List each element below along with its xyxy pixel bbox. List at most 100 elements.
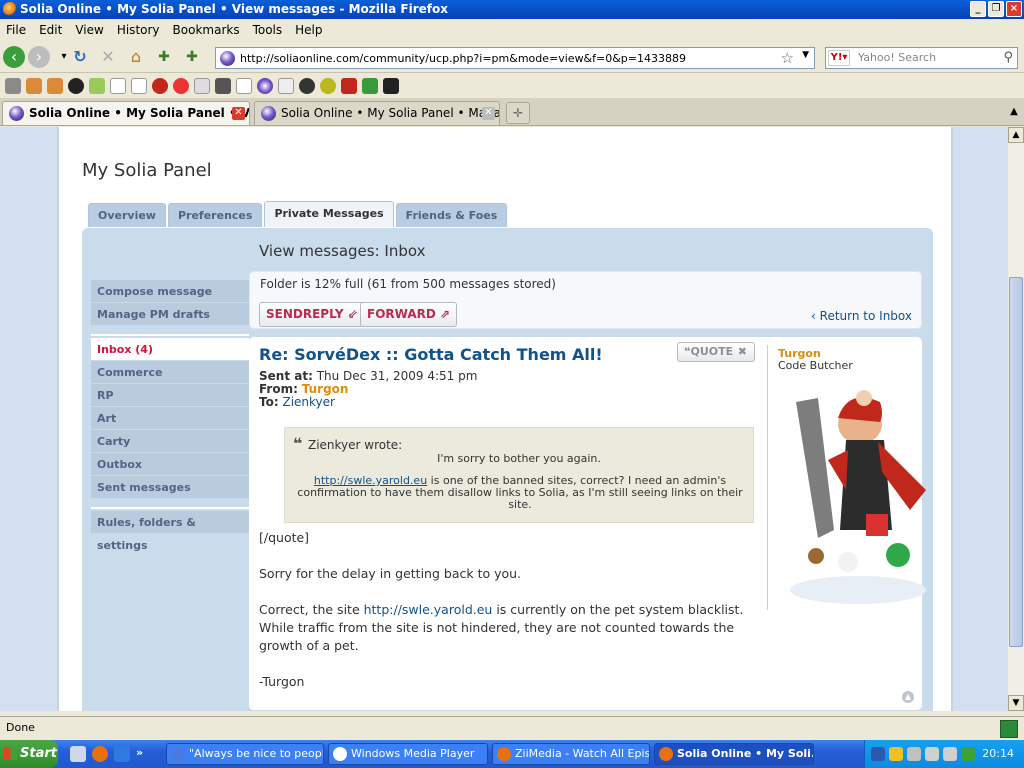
back-to-top-icon[interactable]: ▲	[902, 691, 914, 703]
return-to-inbox-link[interactable]: ‹ Return to Inbox	[811, 309, 912, 323]
forward-button[interactable]: ›	[28, 46, 50, 68]
nav-inbox[interactable]: Inbox (4)	[91, 338, 249, 361]
close-window-button[interactable]: ×	[1006, 1, 1022, 17]
tray-icon[interactable]	[871, 747, 885, 761]
browser-tab-bar: Solia Online • My Solia Panel • Vi... ✕ …	[0, 98, 1024, 126]
nav-outbox[interactable]: Outbox	[91, 453, 249, 476]
forward-button-pm[interactable]: FORWARD ⇗	[360, 302, 458, 327]
bookmark-icon[interactable]	[299, 78, 315, 94]
scroll-thumb[interactable]	[1009, 277, 1023, 647]
to-value[interactable]: Zienkyer	[282, 395, 334, 409]
search-icon[interactable]: ⚲	[1003, 48, 1013, 68]
menu-history[interactable]: History	[117, 23, 160, 37]
tray-volume-icon[interactable]	[943, 747, 957, 761]
taskbar-item[interactable]: ZiiMedia - Watch All Epis...	[492, 743, 650, 765]
browser-tab[interactable]: Solia Online • My Solia Panel • Manage .…	[254, 101, 500, 125]
new-tab-icon[interactable]: ✚	[180, 46, 204, 68]
bookmark-icon[interactable]	[89, 78, 105, 94]
menu-tools[interactable]: Tools	[253, 23, 283, 37]
bookmark-icon[interactable]	[152, 78, 168, 94]
bookmark-icon[interactable]	[68, 78, 84, 94]
nav-sent-messages[interactable]: Sent messages	[91, 476, 249, 499]
bookmark-icon[interactable]	[47, 78, 63, 94]
quote-cite: ❝ Zienkyer wrote:	[293, 434, 402, 453]
nav-rp[interactable]: RP	[91, 384, 249, 407]
nav-art[interactable]: Art	[91, 407, 249, 430]
bookmark-icon[interactable]	[341, 78, 357, 94]
menu-edit[interactable]: Edit	[39, 23, 62, 37]
bookmark-icon[interactable]	[131, 78, 147, 94]
new-tab-button[interactable]: ✛	[506, 102, 530, 124]
search-input[interactable]: Y!▾ Yahoo! Search ⚲	[825, 47, 1018, 69]
taskbar-item-label: "Always be nice to peopl...	[189, 747, 324, 760]
tab-friends-foes[interactable]: Friends & Foes	[395, 203, 508, 227]
tray-icon[interactable]	[907, 747, 921, 761]
add-bookmark-icon[interactable]: ✚	[152, 46, 176, 68]
taskbar-item-active[interactable]: Solia Online • My Soli...	[654, 743, 814, 765]
more-quick-launch-icon[interactable]: »	[136, 746, 152, 762]
url-bar[interactable]: http://soliaonline.com/community/ucp.php…	[215, 47, 815, 69]
ie-quick-launch-icon[interactable]	[114, 746, 130, 762]
vertical-scrollbar[interactable]: ▲ ▼	[1008, 127, 1024, 711]
maximize-button[interactable]: ❐	[988, 1, 1004, 17]
nav-manage-drafts[interactable]: Manage PM drafts	[91, 303, 249, 326]
taskbar-item-label: Windows Media Player	[351, 747, 475, 760]
taskbar-app-icon	[659, 747, 673, 761]
menu-file[interactable]: File	[6, 23, 26, 37]
nav-rules-folders-settings[interactable]: Rules, folders & settings	[91, 511, 249, 552]
nav-compose-message[interactable]: Compose message	[91, 280, 249, 303]
taskbar-item[interactable]: Windows Media Player	[328, 743, 488, 765]
firefox-quick-launch-icon[interactable]	[92, 746, 108, 762]
bookmark-icon[interactable]	[5, 78, 21, 94]
yahoo-engine-icon[interactable]: Y!▾	[828, 50, 850, 66]
from-value[interactable]: Turgon	[302, 382, 349, 396]
bookmark-icon[interactable]	[26, 78, 42, 94]
bookmark-icon[interactable]	[362, 78, 378, 94]
reload-icon[interactable]: ↻	[68, 46, 92, 68]
quote-button[interactable]: ❝QUOTE ✖	[677, 342, 755, 362]
minimize-button[interactable]: _	[970, 1, 986, 17]
bookmark-icon[interactable]	[278, 78, 294, 94]
menu-view[interactable]: View	[75, 23, 103, 37]
nav-carty[interactable]: Carty	[91, 430, 249, 453]
bookmark-icon[interactable]	[257, 78, 273, 94]
tab-private-messages[interactable]: Private Messages	[264, 201, 394, 227]
url-dropdown-icon[interactable]: ▼	[802, 50, 809, 60]
stop-icon[interactable]: ✕	[96, 46, 120, 68]
back-button[interactable]: ‹	[3, 46, 25, 68]
browser-tab-active[interactable]: Solia Online • My Solia Panel • Vi... ✕	[2, 101, 250, 125]
tab-list-icon[interactable]: ▲	[1006, 102, 1022, 122]
bookmark-icon[interactable]	[194, 78, 210, 94]
from-label: From:	[259, 382, 298, 396]
quote-line-1: I'm sorry to bother you again.	[437, 452, 601, 465]
tray-network-icon[interactable]	[925, 747, 939, 761]
bookmark-icon[interactable]	[236, 78, 252, 94]
nav-commerce[interactable]: Commerce	[91, 361, 249, 384]
start-button[interactable]: Start	[0, 740, 58, 768]
tab-overview[interactable]: Overview	[88, 203, 166, 227]
bookmark-icon[interactable]	[110, 78, 126, 94]
scroll-down-icon[interactable]: ▼	[1008, 695, 1024, 711]
bookmark-star-icon[interactable]: ☆	[781, 49, 794, 67]
tab-preferences[interactable]: Preferences	[167, 203, 263, 227]
menu-help[interactable]: Help	[295, 23, 322, 37]
scroll-up-icon[interactable]: ▲	[1008, 127, 1024, 143]
body-line-2: Sorry for the delay in getting back to y…	[259, 566, 522, 581]
body-link[interactable]: http://swle.yarold.eu	[364, 602, 493, 617]
close-tab-icon[interactable]: ✕	[232, 107, 245, 120]
bookmark-icon[interactable]	[320, 78, 336, 94]
message-subject: Re: SorvéDex :: Gotta Catch Them All!	[259, 345, 603, 364]
nav-separator	[91, 499, 249, 509]
home-icon[interactable]: ⌂	[124, 46, 148, 68]
taskbar-item[interactable]: "Always be nice to peopl...	[166, 743, 324, 765]
sendreply-button[interactable]: SENDREPLY ⇙	[259, 302, 365, 327]
addon-status-icon[interactable]	[1000, 720, 1018, 738]
tray-shield-icon[interactable]	[889, 747, 903, 761]
bookmark-icon[interactable]	[383, 78, 399, 94]
menu-bookmarks[interactable]: Bookmarks	[173, 23, 240, 37]
close-tab-icon[interactable]: ✕	[482, 107, 495, 120]
bookmark-icon[interactable]	[215, 78, 231, 94]
quick-launch-icon[interactable]	[70, 746, 86, 762]
tray-icon[interactable]	[961, 747, 975, 761]
bookmark-icon[interactable]	[173, 78, 189, 94]
